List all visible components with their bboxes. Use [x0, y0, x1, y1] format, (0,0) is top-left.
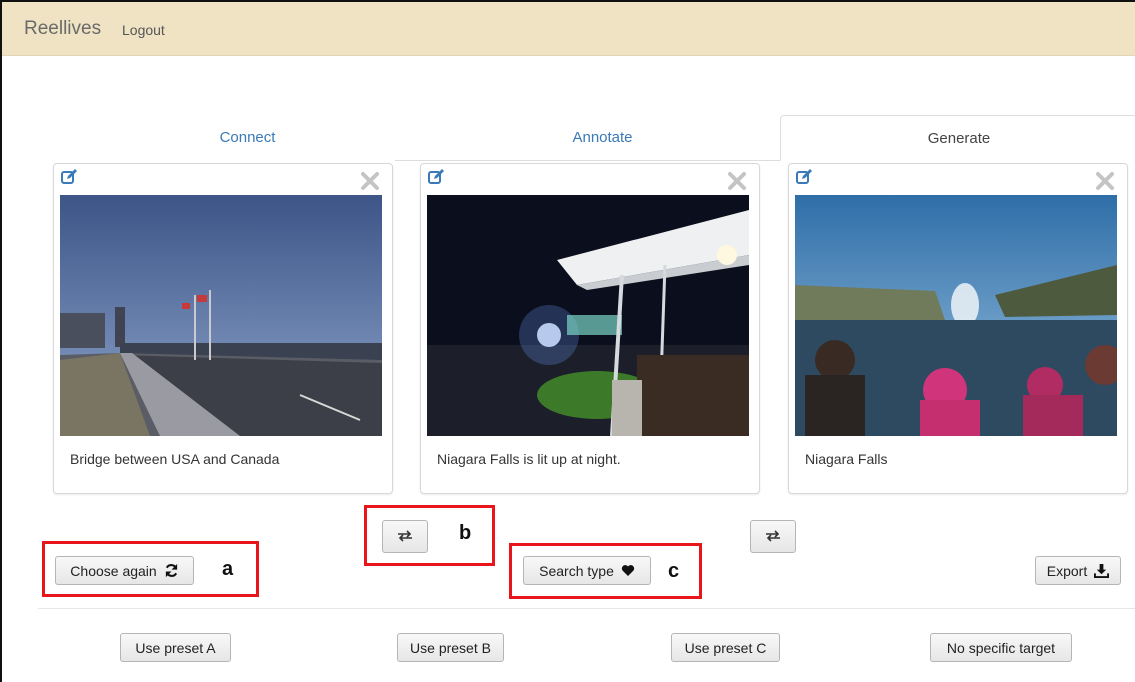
tab-annotate-label: Annotate — [572, 129, 633, 146]
preset-a-button[interactable]: Use preset A — [120, 633, 231, 662]
no-target-button[interactable]: No specific target — [930, 633, 1072, 662]
top-navbar: Reellives Logout — [2, 2, 1135, 56]
preset-c-button[interactable]: Use preset C — [671, 633, 780, 662]
story-card: Niagara Falls — [788, 163, 1128, 494]
tab-connect-label: Connect — [219, 129, 276, 146]
card-caption: Bridge between USA and Canada — [70, 451, 280, 467]
tab-underline — [395, 160, 781, 161]
callout-label-c: c — [668, 560, 680, 582]
download-icon — [1094, 563, 1110, 578]
callout-box-b — [364, 505, 495, 566]
edit-icon[interactable] — [60, 168, 78, 186]
night-terrace-photo — [427, 195, 749, 436]
preset-b-button[interactable]: Use preset B — [397, 633, 504, 662]
card-caption: Niagara Falls — [805, 451, 888, 467]
close-icon[interactable] — [1095, 171, 1115, 191]
swap-button[interactable] — [750, 520, 796, 553]
section-divider — [38, 608, 1135, 609]
close-icon[interactable] — [727, 171, 747, 191]
tab-annotate[interactable]: Annotate — [425, 115, 780, 161]
callout-label-a: a — [222, 558, 234, 580]
bridge-photo — [60, 195, 382, 436]
story-card: Bridge between USA and Canada — [53, 163, 393, 494]
edit-icon[interactable] — [795, 168, 813, 186]
tab-connect[interactable]: Connect — [70, 115, 425, 161]
export-label: Export — [1046, 562, 1088, 579]
tab-generate[interactable]: Generate — [780, 115, 1135, 161]
swap-icon — [765, 529, 781, 545]
callout-label-b: b — [459, 522, 472, 544]
card-caption: Niagara Falls is lit up at night. — [437, 451, 621, 467]
app-brand[interactable]: Reellives — [24, 18, 101, 40]
close-icon[interactable] — [360, 171, 380, 191]
edit-icon[interactable] — [427, 168, 445, 186]
story-card: Niagara Falls is lit up at night. — [420, 163, 760, 494]
falls-boat-photo — [795, 195, 1117, 436]
tab-generate-label: Generate — [927, 130, 991, 147]
logout-link[interactable]: Logout — [122, 22, 165, 38]
export-button[interactable]: Export — [1035, 556, 1121, 585]
